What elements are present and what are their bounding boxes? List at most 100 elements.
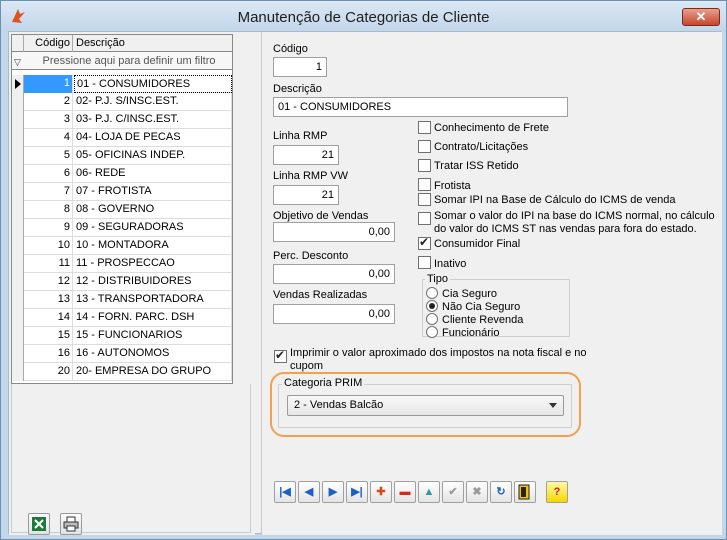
- cell-codigo[interactable]: 8: [24, 201, 73, 219]
- cell-descricao[interactable]: 09 - SEGURADORAS: [74, 219, 232, 237]
- frotista-checkbox[interactable]: [418, 178, 431, 191]
- table-row[interactable]: 6 06- REDE: [12, 165, 232, 183]
- cell-codigo[interactable]: 2: [24, 93, 73, 111]
- table-row[interactable]: 9 09 - SEGURADORAS: [12, 219, 232, 237]
- somar-ipi-checkbox[interactable]: [418, 193, 431, 206]
- app-window: Manutenção de Categorias de Cliente ✕ Có…: [0, 0, 727, 540]
- table-row[interactable]: 5 05- OFICINAS INDEP.: [12, 147, 232, 165]
- row-indicator: [12, 147, 24, 165]
- post-record-button[interactable]: ✔: [442, 481, 464, 503]
- table-row[interactable]: 2 02- P.J. S/INSC.EST.: [12, 93, 232, 111]
- table-row[interactable]: 10 10 - MONTADORA: [12, 237, 232, 255]
- consumidor-final-checkbox[interactable]: [418, 235, 431, 250]
- cell-descricao[interactable]: 01 - CONSUMIDORES: [74, 75, 232, 93]
- linha-rmp-field[interactable]: 21: [273, 145, 339, 165]
- next-record-button[interactable]: ▶: [322, 481, 344, 503]
- cell-descricao[interactable]: 12 - DISTRIBUIDORES: [74, 273, 232, 291]
- somar-ipi-label: Somar IPI na Base de Cálculo do ICMS de …: [434, 194, 676, 206]
- cell-descricao[interactable]: 02- P.J. S/INSC.EST.: [74, 93, 232, 111]
- last-record-button[interactable]: ▶|: [346, 481, 368, 503]
- table-row[interactable]: 1 01 - CONSUMIDORES: [12, 75, 232, 93]
- vendas-realizadas-field[interactable]: 0,00: [273, 304, 395, 324]
- codigo-field[interactable]: 1: [273, 57, 327, 77]
- table-row[interactable]: 14 14 - FORN. PARC. DSH: [12, 309, 232, 327]
- categoria-prim-select[interactable]: 2 - Vendas Balcão: [287, 395, 564, 416]
- filter-hint: Pressione aqui para definir um filtro: [42, 55, 216, 67]
- insert-record-button[interactable]: ✚: [370, 481, 392, 503]
- export-excel-button[interactable]: [28, 513, 50, 535]
- cell-descricao[interactable]: 08 - GOVERNO: [74, 201, 232, 219]
- filter-row[interactable]: ▽ Pressione aqui para definir um filtro: [12, 52, 232, 70]
- contrato-licitacoes-checkbox[interactable]: [418, 140, 431, 153]
- tipo-radio-nao-cia-seguro[interactable]: [426, 300, 438, 312]
- exit-button[interactable]: [514, 481, 536, 503]
- table-row[interactable]: 12 12 - DISTRIBUIDORES: [12, 273, 232, 291]
- cell-descricao[interactable]: 14 - FORN. PARC. DSH: [74, 309, 232, 327]
- cell-descricao[interactable]: 05- OFICINAS INDEP.: [74, 147, 232, 165]
- cell-descricao[interactable]: 20- EMPRESA DO GRUPO: [74, 363, 232, 381]
- cell-descricao[interactable]: 16 - AUTONOMOS: [74, 345, 232, 363]
- imprimir-impostos-checkbox[interactable]: [274, 348, 287, 363]
- cell-codigo[interactable]: 7: [24, 183, 73, 201]
- cancel-record-button[interactable]: ✖: [466, 481, 488, 503]
- cell-codigo[interactable]: 11: [24, 255, 73, 273]
- conhecimento-frete-checkbox[interactable]: [418, 121, 431, 134]
- somar-valor-ipi-checkbox[interactable]: [418, 212, 431, 225]
- tratar-iss-checkbox[interactable]: [418, 159, 431, 172]
- table-row[interactable]: 20 20- EMPRESA DO GRUPO: [12, 363, 232, 381]
- cell-codigo[interactable]: 10: [24, 237, 73, 255]
- grid-rows: 1 01 - CONSUMIDORES 2 02- P.J. S/INSC.EST. 3…: [12, 75, 232, 381]
- cell-codigo[interactable]: 1: [24, 75, 73, 93]
- tipo-radio-cliente-revenda[interactable]: [426, 313, 438, 325]
- cell-codigo[interactable]: 12: [24, 273, 73, 291]
- delete-record-button[interactable]: ▬: [394, 481, 416, 503]
- cell-codigo[interactable]: 13: [24, 291, 73, 309]
- cell-codigo[interactable]: 15: [24, 327, 73, 345]
- cell-codigo[interactable]: 3: [24, 111, 73, 129]
- cell-codigo[interactable]: 4: [24, 129, 73, 147]
- prior-record-button[interactable]: ◀: [298, 481, 320, 503]
- table-row[interactable]: 13 13 - TRANSPORTADORA: [12, 291, 232, 309]
- cell-codigo[interactable]: 20: [24, 363, 73, 381]
- table-row[interactable]: 15 15 - FUNCIONARIOS: [12, 327, 232, 345]
- cell-descricao[interactable]: 03- P.J. C/INSC.EST.: [74, 111, 232, 129]
- edit-record-button[interactable]: ▲: [418, 481, 440, 503]
- table-row[interactable]: 16 16 - AUTONOMOS: [12, 345, 232, 363]
- cell-descricao[interactable]: 06- REDE: [74, 165, 232, 183]
- cell-codigo[interactable]: 9: [24, 219, 73, 237]
- help-button[interactable]: ?: [546, 481, 568, 503]
- categoria-prim-label: Categoria PRIM: [282, 377, 365, 389]
- first-record-button[interactable]: |◀: [274, 481, 296, 503]
- cell-descricao[interactable]: 11 - PROSPECCAO: [74, 255, 232, 273]
- cell-codigo[interactable]: 5: [24, 147, 73, 165]
- linha-rmp-vw-field[interactable]: 21: [273, 185, 339, 205]
- client-area: Código Descrição ▽ Pressione aqui para d…: [8, 31, 722, 535]
- tipo-radio-funcionario[interactable]: [426, 326, 438, 338]
- category-grid[interactable]: Código Descrição ▽ Pressione aqui para d…: [11, 34, 233, 384]
- cell-descricao[interactable]: 10 - MONTADORA: [74, 237, 232, 255]
- cell-descricao[interactable]: 07 - FROTISTA: [74, 183, 232, 201]
- table-row[interactable]: 3 03- P.J. C/INSC.EST.: [12, 111, 232, 129]
- cell-codigo[interactable]: 6: [24, 165, 73, 183]
- cell-descricao[interactable]: 15 - FUNCIONARIOS: [74, 327, 232, 345]
- tipo-radio-cia-seguro[interactable]: [426, 287, 438, 299]
- close-button[interactable]: ✕: [682, 8, 720, 26]
- cell-codigo[interactable]: 16: [24, 345, 73, 363]
- print-button[interactable]: [60, 513, 82, 535]
- table-row[interactable]: 7 07 - FROTISTA: [12, 183, 232, 201]
- perc-desconto-field[interactable]: 0,00: [273, 264, 395, 284]
- objetivo-vendas-field[interactable]: 0,00: [273, 222, 395, 242]
- descricao-label: Descrição: [273, 83, 322, 95]
- column-header-descricao[interactable]: Descrição: [74, 35, 232, 52]
- refresh-button[interactable]: ↻: [490, 481, 512, 503]
- descricao-field[interactable]: 01 - CONSUMIDORES: [273, 97, 568, 117]
- table-row[interactable]: 11 11 - PROSPECCAO: [12, 255, 232, 273]
- table-row[interactable]: 8 08 - GOVERNO: [12, 201, 232, 219]
- tipo-option-label: Funcionário: [442, 327, 500, 339]
- inativo-checkbox[interactable]: [418, 256, 431, 269]
- cell-descricao[interactable]: 04- LOJA DE PECAS: [74, 129, 232, 147]
- cell-codigo[interactable]: 14: [24, 309, 73, 327]
- column-header-codigo[interactable]: Código: [24, 35, 73, 52]
- cell-descricao[interactable]: 13 - TRANSPORTADORA: [74, 291, 232, 309]
- table-row[interactable]: 4 04- LOJA DE PECAS: [12, 129, 232, 147]
